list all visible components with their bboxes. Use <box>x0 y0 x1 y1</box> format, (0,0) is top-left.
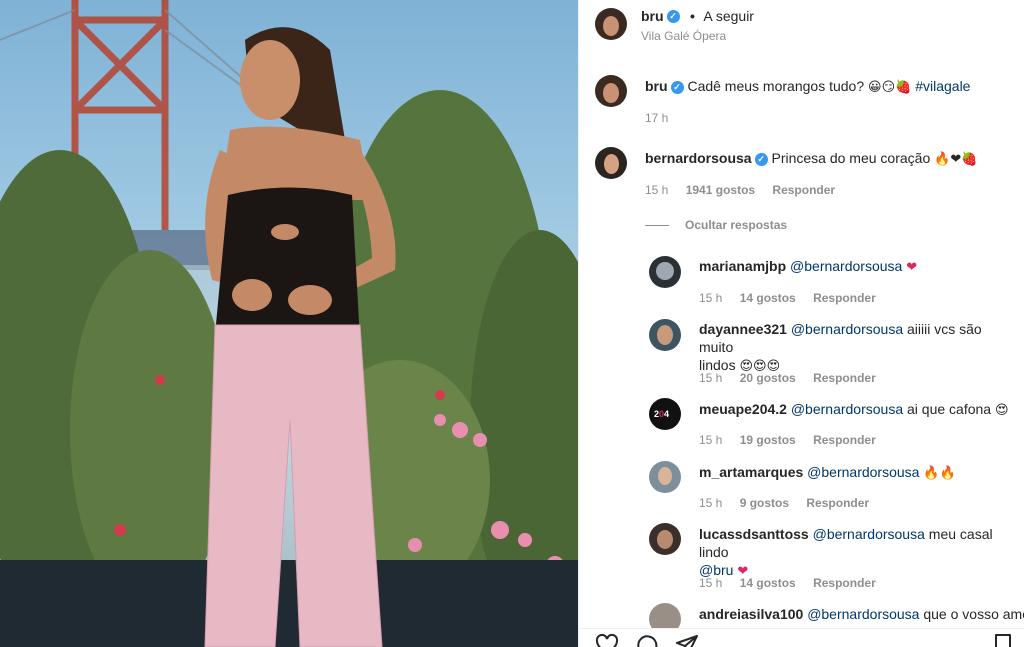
reply-avatar[interactable] <box>649 461 681 493</box>
reply-likes[interactable]: 9 gostos <box>740 496 789 510</box>
caption-text: Cadê meus morangos tudo? <box>687 78 865 94</box>
author-avatar[interactable] <box>595 8 627 40</box>
reply-likes[interactable]: 14 gostos <box>740 576 796 590</box>
reply-author[interactable]: andreiasilva100 <box>699 606 803 622</box>
comment-emojis: 🔥❤🍓 <box>934 152 978 167</box>
reply-likes[interactable]: 19 gostos <box>740 433 796 447</box>
post-detail-panel: bru ✓ • A seguir Vila Galé Ópera bru ✓ Cad… <box>578 0 1024 647</box>
post-photo[interactable] <box>0 0 578 647</box>
main-comment: bernardorsousa ✓ Princesa do meu coração … <box>645 149 1015 169</box>
follow-button[interactable]: A seguir <box>703 8 754 24</box>
reply-mention[interactable]: @bernardorsousa <box>807 464 919 480</box>
reply-meta: 15 h 19 gostos Responder <box>699 433 890 447</box>
reply-emojis: ❤ <box>906 260 918 275</box>
bookmark-icon[interactable] <box>991 633 1015 647</box>
separator-dot: • <box>690 8 695 24</box>
comment-reply-button[interactable]: Responder <box>772 183 835 197</box>
reply-mention[interactable]: @bernardorsousa <box>813 526 925 542</box>
author-username[interactable]: bru <box>641 8 664 24</box>
post-header: bru ✓ • A seguir Vila Galé Ópera <box>579 0 1024 60</box>
reply-meta: 15 h 14 gostos Responder <box>699 291 890 305</box>
reply-item: marianamjbp @bernardorsousa ❤ <box>699 257 1015 277</box>
reply-avatar[interactable] <box>649 523 681 555</box>
reply-mention[interactable]: @bernardorsousa <box>791 321 903 337</box>
photo-illustration <box>0 0 578 647</box>
comment-avatar[interactable] <box>595 147 627 179</box>
verified-icon: ✓ <box>670 80 684 94</box>
reply-author[interactable]: meuape204.2 <box>699 401 787 417</box>
reply-avatar[interactable] <box>649 256 681 288</box>
reply-emojis: 🔥🔥 <box>923 466 956 481</box>
comment-text: Princesa do meu coração <box>771 150 931 166</box>
reply-item: andreiasilva100 @bernardorsousa que o vo… <box>699 605 1024 623</box>
reply-reply-button[interactable]: Responder <box>813 291 876 305</box>
reply-mention[interactable]: @bernardorsousa <box>791 401 903 417</box>
reply-mention[interactable]: @bernardorsousa <box>790 258 902 274</box>
reply-reply-button[interactable]: Responder <box>806 496 869 510</box>
comment-likes[interactable]: 1941 gostos <box>686 183 755 197</box>
reply-meta: 15 h 20 gostos Responder <box>699 371 890 385</box>
reply-text: ai que cafona <box>907 401 992 417</box>
verified-icon: ✓ <box>666 10 680 24</box>
heart-icon[interactable] <box>595 633 619 647</box>
reply-time[interactable]: 15 h <box>699 291 722 305</box>
reply-author[interactable]: lucassdsanttoss <box>699 526 809 542</box>
verified-icon: ✓ <box>754 152 768 166</box>
reply-time[interactable]: 15 h <box>699 576 722 590</box>
reply-time[interactable]: 15 h <box>699 371 722 385</box>
post-location[interactable]: Vila Galé Ópera <box>641 29 726 43</box>
reply-item: meuape204.2 @bernardorsousa ai que cafon… <box>699 400 1015 420</box>
reply-likes[interactable]: 20 gostos <box>740 371 796 385</box>
share-icon[interactable] <box>675 633 699 647</box>
reply-time[interactable]: 15 h <box>699 433 722 447</box>
reply-text: que o vosso amor <box>923 606 1024 622</box>
comment-meta: 15 h 1941 gostos Responder <box>645 183 849 197</box>
avatar-logo-icon: 204 <box>654 409 670 419</box>
caption: bru ✓ Cadê meus morangos tudo? 😀😏🍓 #vilag… <box>645 77 1015 97</box>
comment-author[interactable]: bernardorsousa <box>645 150 752 166</box>
hide-replies-button[interactable]: Ocultar respostas <box>645 218 787 232</box>
reply-avatar[interactable]: 204 <box>649 398 681 430</box>
reply-avatar[interactable] <box>649 319 681 351</box>
reply-likes[interactable]: 14 gostos <box>740 291 796 305</box>
reply-reply-button[interactable]: Responder <box>813 371 876 385</box>
comment-icon[interactable] <box>635 633 659 647</box>
reply-reply-button[interactable]: Responder <box>813 433 876 447</box>
reply-author[interactable]: marianamjbp <box>699 258 786 274</box>
caption-author[interactable]: bru <box>645 78 668 94</box>
hide-replies-label: Ocultar respostas <box>685 218 788 232</box>
reply-reply-button[interactable]: Responder <box>813 576 876 590</box>
reply-author[interactable]: m_artamarques <box>699 464 803 480</box>
reply-item: dayannee321 @bernardorsousa aiiiii vcs s… <box>699 320 1015 376</box>
reply-meta: 15 h 9 gostos Responder <box>699 496 883 510</box>
caption-time[interactable]: 17 h <box>645 111 668 125</box>
caption-avatar[interactable] <box>595 75 627 107</box>
action-bar <box>579 628 1024 647</box>
hide-replies-line <box>645 225 669 227</box>
reply-emojis: 😍 <box>994 403 1009 418</box>
reply-meta: 15 h 14 gostos Responder <box>699 576 890 590</box>
caption-emojis: 😀😏🍓 <box>868 80 912 95</box>
comment-time[interactable]: 15 h <box>645 183 668 197</box>
reply-item: m_artamarques @bernardorsousa 🔥🔥 <box>699 463 1015 483</box>
reply-time[interactable]: 15 h <box>699 496 722 510</box>
caption-hashtag[interactable]: #vilagale <box>915 78 970 94</box>
reply-author[interactable]: dayannee321 <box>699 321 787 337</box>
reply-item: lucassdsanttoss @bernardorsousa meu casa… <box>699 525 1015 581</box>
reply-mention[interactable]: @bernardorsousa <box>807 606 919 622</box>
